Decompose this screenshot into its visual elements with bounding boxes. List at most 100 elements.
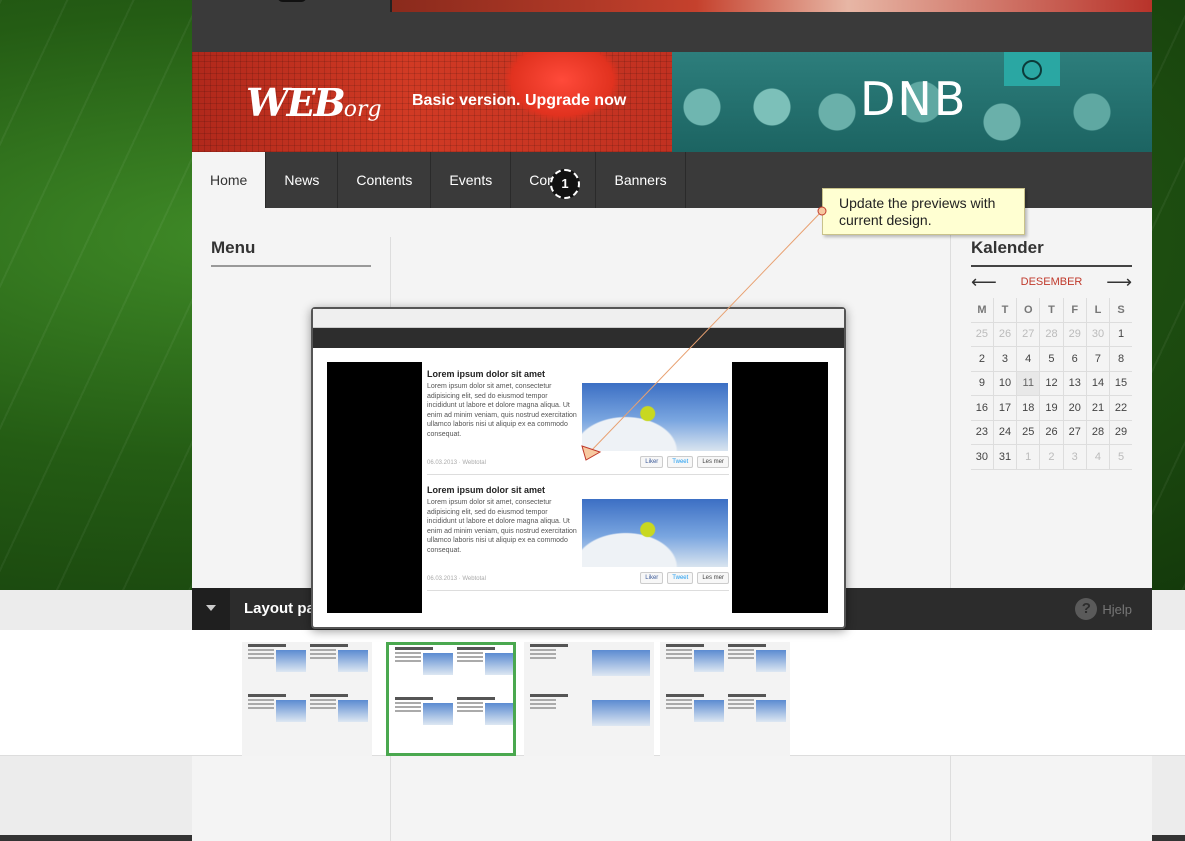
upgrade-link[interactable]: Basic version. Upgrade now <box>412 92 626 110</box>
thumbnail-article <box>666 694 724 744</box>
calendar-day[interactable]: 4 <box>1016 346 1041 372</box>
calendar-day[interactable]: 29 <box>1063 322 1087 347</box>
calendar-day[interactable]: 26 <box>993 322 1018 347</box>
nav-item-news[interactable]: News <box>266 152 339 208</box>
calendar-day[interactable]: 23 <box>971 420 994 445</box>
calendar-day[interactable]: 3 <box>993 346 1018 372</box>
calendar-day[interactable]: 17 <box>993 395 1018 421</box>
layout-thumbnail-2[interactable] <box>386 642 516 756</box>
calendar-day[interactable]: 29 <box>1109 420 1132 445</box>
menu-title: Menu <box>211 238 371 267</box>
nav-item-home[interactable]: Home <box>192 152 267 208</box>
calendar-day[interactable]: 27 <box>1016 322 1041 347</box>
calendar-day[interactable]: 31 <box>993 444 1018 470</box>
thumbnail-article <box>310 694 368 744</box>
popup-titlebar <box>313 309 844 328</box>
banner-player-image <box>502 52 622 122</box>
calendar-day[interactable]: 24 <box>993 420 1018 445</box>
article-social: Liker Tweet Les mer <box>640 456 729 468</box>
calendar-day[interactable]: 6 <box>1063 346 1087 372</box>
calendar-day[interactable]: 20 <box>1063 395 1087 421</box>
thumbnail-article <box>728 694 786 744</box>
calendar-day[interactable]: 13 <box>1063 371 1087 396</box>
calendar-day[interactable]: 7 <box>1086 346 1111 372</box>
like-button[interactable]: Liker <box>640 456 664 468</box>
thumbnail-article <box>395 647 453 697</box>
preview-article: Lorem ipsum dolor sit amet Lorem ipsum do… <box>427 362 729 475</box>
like-button[interactable]: Liker <box>640 572 664 584</box>
article-date: 06.03.2013 · Webtotal <box>427 460 486 466</box>
calendar-day[interactable]: 27 <box>1063 420 1087 445</box>
calendar-weekday: O <box>1016 298 1041 323</box>
calendar-day[interactable]: 1 <box>1016 444 1041 470</box>
calendar-day[interactable]: 22 <box>1109 395 1132 421</box>
calendar-day[interactable]: 25 <box>1016 420 1041 445</box>
read-more-button[interactable]: Les mer <box>697 572 729 584</box>
thumbnail-article <box>395 697 453 747</box>
calendar-day[interactable]: 9 <box>971 371 994 396</box>
top-image-strip <box>392 0 1152 12</box>
weborg-logo[interactable]: WEBorg <box>246 80 382 125</box>
sponsor-logo[interactable]: DNB <box>860 72 967 126</box>
chevron-down-icon <box>206 605 216 611</box>
calendar-day[interactable]: 18 <box>1016 395 1041 421</box>
calendar-day[interactable]: 14 <box>1086 371 1111 396</box>
calendar-day[interactable]: 5 <box>1109 444 1132 470</box>
calendar-day[interactable]: 1 <box>1109 322 1132 347</box>
help-label: Hjelp <box>1102 601 1132 617</box>
calendar-day[interactable]: 8 <box>1109 346 1132 372</box>
top-bar <box>192 0 1152 52</box>
calendar-day[interactable]: 19 <box>1039 395 1064 421</box>
calendar-weekday: M <box>971 298 994 323</box>
header-banner: WEBorg Basic version. Upgrade now DNB <box>192 52 1152 152</box>
calendar-day[interactable]: 28 <box>1039 322 1064 347</box>
help-button[interactable]: ? Hjelp <box>1075 598 1132 620</box>
calendar-day[interactable]: 11 <box>1016 371 1041 396</box>
thumbnail-article <box>310 644 368 694</box>
article-photo <box>582 383 728 451</box>
article-date: 06.03.2013 · Webtotal <box>427 576 486 582</box>
calendar-day[interactable]: 25 <box>971 322 994 347</box>
calendar-day[interactable]: 12 <box>1039 371 1064 396</box>
article-photo <box>582 499 728 567</box>
popup-toolbar <box>313 328 844 348</box>
logo-main-text: WEB <box>246 80 346 125</box>
thumbnail-article <box>530 694 650 744</box>
calendar-day[interactable]: 5 <box>1039 346 1064 372</box>
calendar-day[interactable]: 4 <box>1086 444 1111 470</box>
tweet-button[interactable]: Tweet <box>667 456 694 468</box>
nav-item-events[interactable]: Events <box>431 152 512 208</box>
calendar-day[interactable]: 30 <box>1086 322 1111 347</box>
help-icon: ? <box>1075 598 1098 620</box>
calendar-day[interactable]: 3 <box>1063 444 1087 470</box>
layout-thumbnail-strip <box>0 630 1185 756</box>
calendar-title: Kalender <box>971 238 1132 267</box>
nav-item-banners[interactable]: Banners <box>596 152 686 208</box>
calendar-weekday: T <box>1039 298 1064 323</box>
read-more-button[interactable]: Les mer <box>697 456 729 468</box>
calendar-day[interactable]: 15 <box>1109 371 1132 396</box>
layout-thumbnail-3[interactable] <box>524 642 654 756</box>
calendar-next-arrow-icon[interactable]: ⟶ <box>1106 272 1132 293</box>
calendar-day[interactable]: 26 <box>1039 420 1064 445</box>
calendar-day[interactable]: 30 <box>971 444 994 470</box>
layout-thumbnail-1[interactable] <box>242 642 372 756</box>
article-body: Lorem ipsum dolor sit amet, consectetur … <box>427 499 577 554</box>
panel-toggle-button[interactable] <box>192 588 230 630</box>
calendar-day[interactable]: 10 <box>993 371 1018 396</box>
calendar-day[interactable]: 2 <box>1039 444 1064 470</box>
calendar-day[interactable]: 21 <box>1086 395 1111 421</box>
nav-item-contents[interactable]: Contents <box>338 152 432 208</box>
thumbnail-article <box>530 644 650 694</box>
calendar-day[interactable]: 2 <box>971 346 994 372</box>
thumbnail-article <box>728 644 786 694</box>
layout-thumbnail-4[interactable] <box>660 642 790 756</box>
calendar-nav: ⟵ DESEMBER ⟶ <box>971 272 1132 294</box>
thumbnail-article <box>248 694 306 744</box>
article-title: Lorem ipsum dolor sit amet <box>427 485 546 495</box>
calendar-day[interactable]: 28 <box>1086 420 1111 445</box>
calendar-day[interactable]: 16 <box>971 395 994 421</box>
thumbnail-article <box>457 647 513 697</box>
calendar-weekday: F <box>1063 298 1087 323</box>
tweet-button[interactable]: Tweet <box>667 572 694 584</box>
